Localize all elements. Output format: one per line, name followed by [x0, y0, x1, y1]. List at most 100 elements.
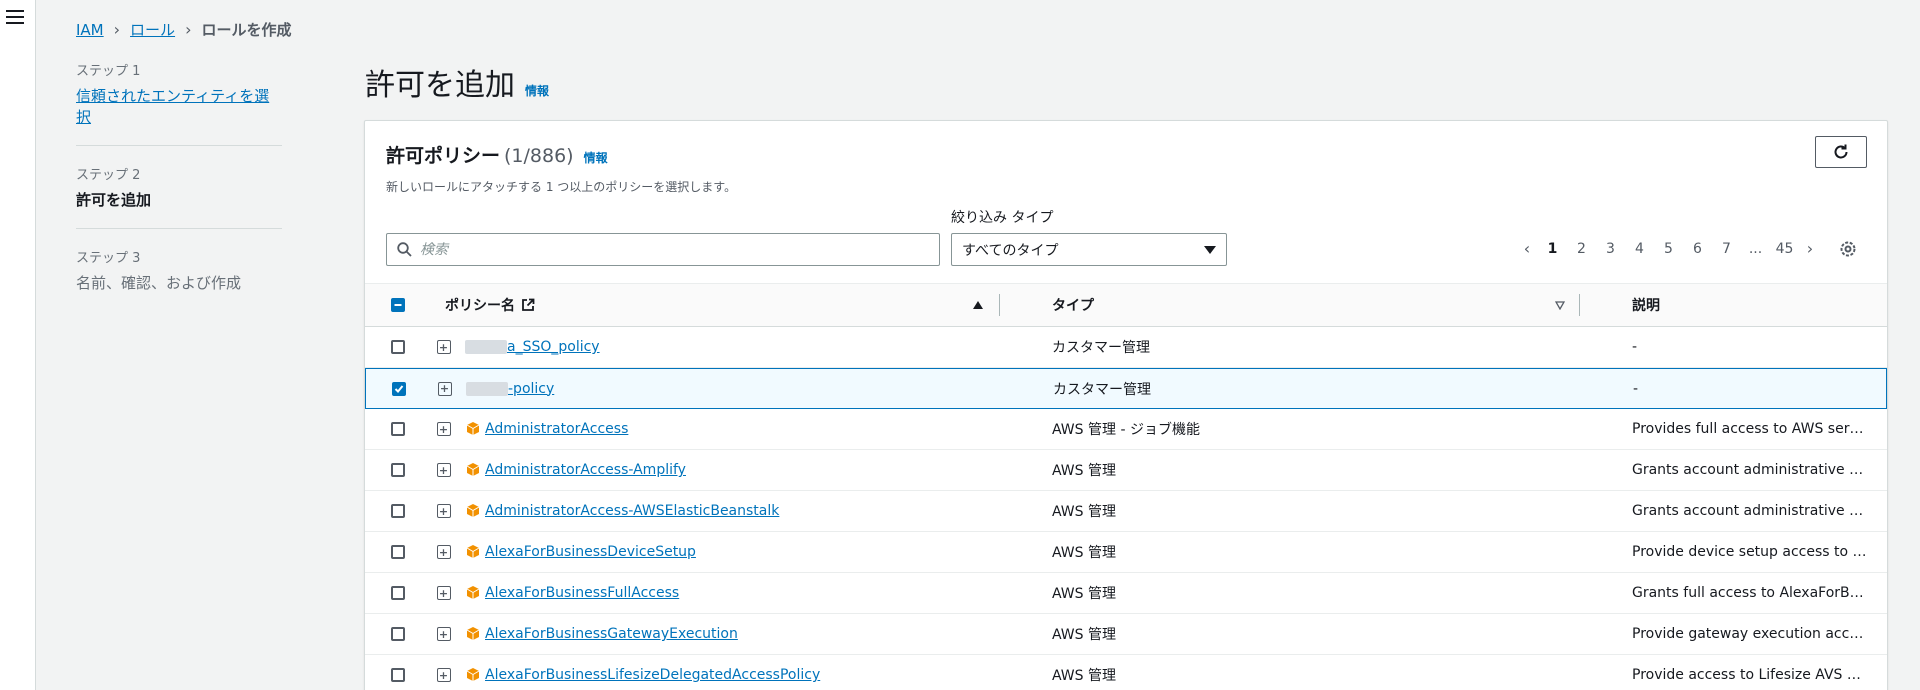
step-1: ステップ 1 信頼されたエンティティを選択: [76, 60, 282, 146]
aws-cube-icon: [465, 585, 481, 601]
gear-icon[interactable]: [1839, 240, 1857, 258]
permissions-policies-panel: 許可ポリシー (1/886) 情報 新しいロールにアタッチする 1 つ以上のポリ…: [364, 120, 1888, 690]
breadcrumb-iam[interactable]: IAM: [76, 21, 104, 39]
policy-name-link[interactable]: AdministratorAccess-AWSElasticBeanstalk: [485, 503, 779, 519]
row-checkbox[interactable]: [391, 422, 405, 436]
policy-description-cell: Grants full access to AlexaForBusiness .…: [1632, 585, 1887, 601]
select-all-checkbox[interactable]: [391, 298, 405, 312]
sort-ascending-icon[interactable]: [973, 301, 983, 309]
search-box[interactable]: [386, 233, 940, 266]
policy-type-cell: AWS 管理: [1052, 627, 1116, 643]
row-expand-cell: +: [426, 463, 461, 477]
policy-name-link[interactable]: AdministratorAccess: [485, 421, 628, 437]
policy-name-link[interactable]: AdministratorAccess-Amplify: [485, 462, 686, 478]
row-checkbox[interactable]: [391, 627, 405, 641]
filter-type-label: 絞り込み タイプ: [951, 210, 1054, 226]
row-select-cell: [366, 381, 427, 396]
chevron-left-icon[interactable]: ‹: [1516, 239, 1538, 258]
policy-name-cell: AlexaForBusinessLifesizeDelegatedAccessP…: [461, 667, 1037, 683]
policy-type-cell: AWS 管理: [1052, 586, 1116, 602]
page-5[interactable]: 5: [1654, 241, 1683, 257]
table-row[interactable]: + AlexaForBusinessDeviceSetup AWS 管理 Provid…: [365, 532, 1887, 573]
hamburger-icon[interactable]: [6, 10, 24, 26]
row-checkbox[interactable]: [391, 545, 405, 559]
page-1[interactable]: 1: [1538, 241, 1567, 257]
table-body: + a_SSO_policy カスタマー管理 - + -policy カスタマー管理 - + Ad…: [365, 327, 1887, 690]
row-expand-cell: +: [426, 586, 461, 600]
type-filter-select[interactable]: すべてのタイプ: [951, 233, 1227, 266]
search-input[interactable]: [420, 241, 900, 258]
policy-name-cell: AlexaForBusinessFullAccess: [461, 585, 1037, 601]
step-2: ステップ 2 許可を追加: [76, 164, 282, 229]
policy-name-link[interactable]: AlexaForBusinessFullAccess: [485, 585, 679, 601]
policy-name-cell: AlexaForBusinessGatewayExecution: [461, 626, 1037, 642]
row-select-cell: [365, 422, 426, 436]
page-6[interactable]: 6: [1683, 241, 1712, 257]
page-45[interactable]: 45: [1770, 241, 1799, 257]
table-row[interactable]: + a_SSO_policy カスタマー管理 -: [365, 327, 1887, 368]
policy-name-link[interactable]: a_SSO_policy: [507, 339, 600, 355]
expand-plus-icon[interactable]: +: [436, 545, 451, 559]
row-expand-cell: +: [426, 668, 461, 682]
step-3: ステップ 3 名前、確認、および作成: [76, 247, 282, 311]
step-number: ステップ 3: [76, 251, 141, 266]
expand-plus-icon[interactable]: +: [436, 422, 451, 436]
page-2[interactable]: 2: [1567, 241, 1596, 257]
policy-description-cell: Provide device setup access to AlexaFo..…: [1632, 544, 1887, 560]
table-row[interactable]: + -policy カスタマー管理 -: [365, 368, 1887, 409]
expand-plus-icon[interactable]: +: [436, 340, 451, 354]
expand-plus-icon[interactable]: +: [436, 586, 451, 600]
row-expand-cell: +: [426, 627, 461, 641]
column-divider[interactable]: [999, 294, 1000, 316]
expand-plus-icon[interactable]: +: [436, 463, 451, 477]
expand-plus-icon[interactable]: +: [436, 668, 451, 682]
step-1-link[interactable]: 信頼されたエンティティを選択: [76, 87, 269, 126]
expand-plus-icon[interactable]: +: [436, 504, 451, 518]
policy-name-link[interactable]: AlexaForBusinessGatewayExecution: [485, 626, 738, 642]
row-checkbox[interactable]: [391, 668, 405, 682]
row-checkbox[interactable]: [391, 504, 405, 518]
table-row[interactable]: + AlexaForBusinessLifesizeDelegatedAccess…: [365, 655, 1887, 690]
column-divider[interactable]: [1579, 294, 1580, 316]
row-select-cell: [365, 504, 426, 518]
policy-type-cell: AWS 管理: [1052, 463, 1116, 479]
row-checkbox[interactable]: [391, 586, 405, 600]
page-3[interactable]: 3: [1596, 241, 1625, 257]
expand-plus-icon[interactable]: +: [437, 381, 452, 396]
policy-description-cell: Provide gateway execution access to A...: [1632, 626, 1887, 642]
table-row[interactable]: + AdministratorAccess AWS 管理 - ジョブ機能 Provid…: [365, 409, 1887, 450]
page-info-link[interactable]: 情報: [525, 82, 549, 99]
row-expand-cell: +: [426, 504, 461, 518]
policy-type-cell: AWS 管理: [1052, 668, 1116, 684]
row-checkbox[interactable]: [391, 463, 405, 477]
page-4[interactable]: 4: [1625, 241, 1654, 257]
panel-info-link[interactable]: 情報: [584, 149, 608, 166]
chevron-right-icon[interactable]: ›: [1799, 239, 1821, 258]
wizard-steps: ステップ 1 信頼されたエンティティを選択 ステップ 2 許可を追加 ステップ …: [76, 60, 282, 329]
sort-descending-icon[interactable]: [1555, 300, 1565, 310]
table-row[interactable]: + AdministratorAccess-Amplify AWS 管理 Grants…: [365, 450, 1887, 491]
refresh-button[interactable]: [1815, 136, 1867, 168]
policy-name-link[interactable]: -policy: [508, 381, 554, 397]
row-expand-cell: +: [426, 422, 461, 436]
row-checkbox[interactable]: [391, 340, 405, 354]
policy-name-link[interactable]: AlexaForBusinessLifesizeDelegatedAccessP…: [485, 667, 820, 683]
aws-cube-icon: [465, 462, 481, 478]
side-navigation-rail: [0, 0, 36, 690]
policy-name-link[interactable]: AlexaForBusinessDeviceSetup: [485, 544, 696, 560]
page-7[interactable]: 7: [1712, 241, 1741, 257]
table-row[interactable]: + AdministratorAccess-AWSElasticBeanstalk…: [365, 491, 1887, 532]
policy-description-cell: Provides full access to AWS services an.…: [1632, 421, 1887, 437]
expand-plus-icon[interactable]: +: [436, 627, 451, 641]
row-checkbox[interactable]: [392, 381, 406, 396]
header-description[interactable]: 説明: [1617, 295, 1887, 315]
policy-description-cell: -: [1632, 339, 1638, 355]
table-row[interactable]: + AlexaForBusinessGatewayExecution AWS 管理 P…: [365, 614, 1887, 655]
table-row[interactable]: + AlexaForBusinessFullAccess AWS 管理 Grants …: [365, 573, 1887, 614]
policy-type-cell: AWS 管理: [1052, 504, 1116, 520]
header-policy-name[interactable]: ポリシー名: [426, 295, 1037, 315]
header-type[interactable]: タイプ: [1037, 295, 1617, 315]
step-number: ステップ 2: [76, 168, 141, 183]
breadcrumb-roles[interactable]: ロール: [130, 19, 175, 40]
row-select-cell: [365, 545, 426, 559]
